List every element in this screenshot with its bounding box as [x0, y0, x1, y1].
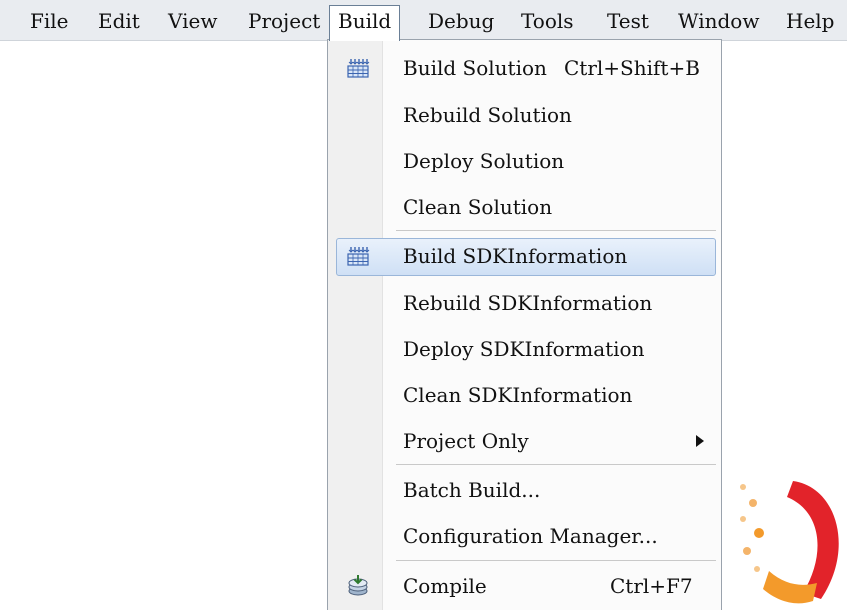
menu-item-label: Compile	[403, 574, 487, 598]
menu-item-label: Deploy SDKInformation	[403, 337, 645, 361]
menu-debug[interactable]: Debug	[428, 6, 494, 36]
menu-item-label: Build Solution	[403, 56, 547, 80]
decorative-logo-graphic	[740, 481, 839, 604]
menu-item-build-solution[interactable]: Build Solution Ctrl+Shift+B	[330, 48, 716, 88]
menu-separator	[396, 464, 716, 465]
menu-test[interactable]: Test	[607, 6, 649, 36]
menu-file[interactable]: File	[30, 6, 69, 36]
menu-project[interactable]: Project	[248, 6, 320, 36]
menu-item-label: Clean Solution	[403, 195, 553, 219]
menu-separator	[396, 230, 716, 231]
menu-item-deploy-sdkinformation[interactable]: Deploy SDKInformation	[330, 329, 716, 369]
menu-view[interactable]: View	[168, 6, 217, 36]
menu-item-build-sdkinformation[interactable]: Build SDKInformation	[330, 236, 716, 276]
menu-item-label: Build SDKInformation	[403, 244, 628, 268]
menu-item-clean-solution[interactable]: Clean Solution	[330, 187, 716, 227]
menu-item-label: Deploy Solution	[403, 149, 565, 173]
menu-bar: File Edit View Project Build Debug Tools…	[0, 0, 847, 41]
menu-item-label: Configuration Manager...	[403, 524, 658, 548]
submenu-arrow-icon	[696, 435, 704, 447]
menu-window[interactable]: Window	[678, 6, 759, 36]
menu-item-label: Rebuild SDKInformation	[403, 291, 653, 315]
compile-icon	[348, 575, 368, 596]
menu-item-compile[interactable]: Compile Ctrl+F7	[330, 566, 716, 606]
build-menu-dropdown: Build Solution Ctrl+Shift+B Rebuild Solu…	[327, 39, 722, 610]
menu-item-project-only[interactable]: Project Only	[330, 421, 716, 461]
menu-item-shortcut: Ctrl+Shift+B	[564, 56, 700, 80]
build-icon	[347, 59, 370, 78]
menu-edit[interactable]: Edit	[98, 6, 140, 36]
menu-item-rebuild-solution[interactable]: Rebuild Solution	[330, 95, 716, 135]
menu-tools[interactable]: Tools	[521, 6, 574, 36]
build-icon	[347, 247, 370, 266]
menu-item-label: Clean SDKInformation	[403, 383, 633, 407]
menu-separator	[396, 560, 716, 561]
menu-help[interactable]: Help	[786, 6, 834, 36]
menu-item-deploy-solution[interactable]: Deploy Solution	[330, 141, 716, 181]
menu-item-clean-sdkinformation[interactable]: Clean SDKInformation	[330, 375, 716, 415]
menu-item-batch-build[interactable]: Batch Build...	[330, 470, 716, 510]
menu-item-configuration-manager[interactable]: Configuration Manager...	[330, 516, 716, 556]
menu-build[interactable]: Build	[329, 5, 401, 41]
menu-item-rebuild-sdkinformation[interactable]: Rebuild SDKInformation	[330, 283, 716, 323]
menu-item-label: Rebuild Solution	[403, 103, 572, 127]
menu-item-shortcut: Ctrl+F7	[610, 574, 693, 598]
menu-item-label: Batch Build...	[403, 478, 541, 502]
menu-item-label: Project Only	[403, 429, 529, 453]
